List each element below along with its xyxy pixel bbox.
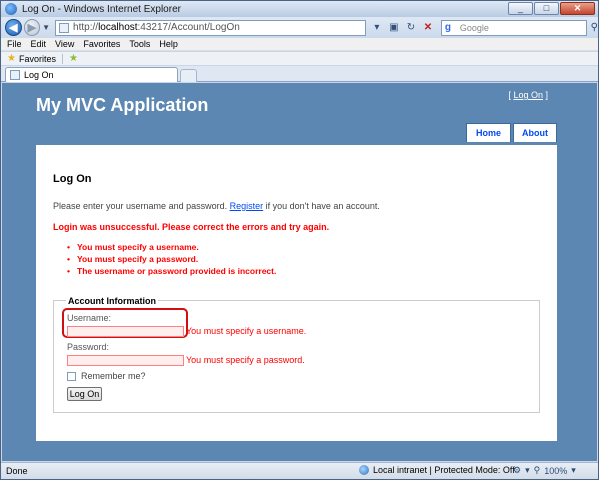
back-button[interactable]: ◀ [5, 19, 22, 36]
search-icon[interactable]: ⚲ [591, 22, 598, 33]
menu-view[interactable]: View [55, 39, 74, 49]
search-placeholder: Google [459, 22, 489, 33]
zone-text: Local intranet | Protected Mode: Off [373, 465, 515, 475]
google-icon: g [444, 22, 451, 33]
login-display: [ Log On ] [508, 90, 548, 100]
url-text: http://localhost:43217/Account/LogOn [73, 22, 240, 33]
username-error: You must specify a username. [186, 326, 307, 336]
zoom-dropdown-icon[interactable]: ▾ [571, 465, 576, 476]
log-on-button[interactable]: Log On [67, 387, 102, 401]
password-error: You must specify a password. [186, 355, 305, 365]
address-dropdown-icon[interactable]: ▾ [370, 21, 384, 35]
search-input[interactable]: g Google [440, 19, 587, 36]
title-bar: Log On - Windows Internet Explorer _ □ ✕ [1, 1, 598, 17]
main-menu: Home About [466, 123, 557, 142]
refresh-icon[interactable]: ↻ [404, 21, 418, 35]
minimize-button[interactable]: _ [508, 2, 533, 15]
browser-window: Log On - Windows Internet Explorer _ □ ✕… [0, 0, 599, 480]
menu-favorites[interactable]: Favorites [83, 39, 120, 49]
intro-text: Please enter your username and password.… [53, 201, 380, 211]
favorites-button[interactable]: Favorites [19, 54, 56, 64]
status-bar: Done Local intranet | Protected Mode: Of… [1, 462, 598, 479]
username-label: Username: [67, 313, 112, 323]
page-title: Log On [53, 173, 92, 185]
favorites-bar: ★ Favorites ★ [1, 52, 598, 65]
login-link[interactable]: Log On [513, 90, 543, 100]
validation-error-list: You must specify a username. You must sp… [67, 241, 276, 277]
account-fieldset: Account Information Username: You must s… [53, 296, 540, 413]
address-row: ◀ ▶ ▼ http://localhost:43217/Account/Log… [1, 17, 598, 38]
fieldset-legend: Account Information [66, 296, 158, 306]
validation-error-item: You must specify a password. [67, 253, 276, 265]
globe-icon [359, 465, 369, 475]
window-controls: _ □ ✕ [508, 2, 595, 15]
maximize-button[interactable]: □ [534, 2, 559, 15]
tab-row: Log On [1, 66, 598, 82]
stop-icon[interactable]: ✕ [421, 21, 435, 35]
tab-log-on[interactable]: Log On [5, 67, 178, 82]
window-title: Log On - Windows Internet Explorer [22, 3, 181, 15]
validation-error-item: The username or password provided is inc… [67, 265, 276, 277]
tab-page-icon [10, 70, 20, 80]
site-title: My MVC Application [36, 95, 209, 115]
address-tools: ▾ ▣ ↻ ✕ [370, 21, 435, 35]
status-dropdown-icon[interactable]: ▾ [525, 465, 530, 476]
history-dropdown-icon[interactable]: ▼ [42, 23, 50, 32]
register-link[interactable]: Register [230, 201, 264, 211]
password-label: Password: [67, 342, 110, 352]
ie-logo-icon [5, 3, 17, 15]
forward-button[interactable]: ▶ [23, 19, 41, 36]
favorites-separator [61, 53, 63, 64]
page-icon [59, 22, 70, 33]
page-viewport: My MVC Application [ Log On ] Home About… [2, 83, 597, 461]
menu-home-tab[interactable]: Home [466, 123, 511, 142]
menu-tools[interactable]: Tools [129, 39, 150, 49]
menu-help[interactable]: Help [159, 39, 178, 49]
menu-bar: File Edit View Favorites Tools Help [1, 38, 598, 51]
security-zone[interactable]: Local intranet | Protected Mode: Off [359, 465, 515, 475]
menu-about-tab[interactable]: About [513, 123, 557, 142]
status-text: Done [6, 466, 28, 476]
address-input[interactable]: http://localhost:43217/Account/LogOn [55, 19, 366, 36]
zoom-icon: ⚲ [533, 465, 541, 475]
tab-label: Log On [24, 70, 54, 80]
remember-me-checkbox[interactable] [67, 371, 76, 381]
menu-file[interactable]: File [7, 39, 22, 49]
status-tools: ⚙ ▾ ⚲ 100% ▾ [513, 465, 576, 476]
protected-mode-icon[interactable]: ⚙ [513, 465, 521, 476]
main-content: Log On Please enter your username and pa… [36, 145, 557, 441]
password-input[interactable] [67, 355, 184, 366]
username-input[interactable] [67, 326, 184, 337]
close-button[interactable]: ✕ [560, 2, 595, 15]
new-tab-button[interactable] [180, 69, 197, 82]
zoom-level[interactable]: 100% [544, 466, 567, 476]
remember-me-row: Remember me? [67, 371, 146, 381]
remember-me-label[interactable]: Remember me? [81, 371, 146, 381]
favorites-star-icon[interactable]: ★ [7, 53, 16, 64]
validation-error-item: You must specify a username. [67, 241, 276, 253]
validation-summary: Login was unsuccessful. Please correct t… [53, 222, 330, 232]
menu-edit[interactable]: Edit [31, 39, 47, 49]
compatibility-view-icon[interactable]: ▣ [387, 21, 401, 35]
add-favorite-icon[interactable]: ★ [69, 53, 78, 64]
